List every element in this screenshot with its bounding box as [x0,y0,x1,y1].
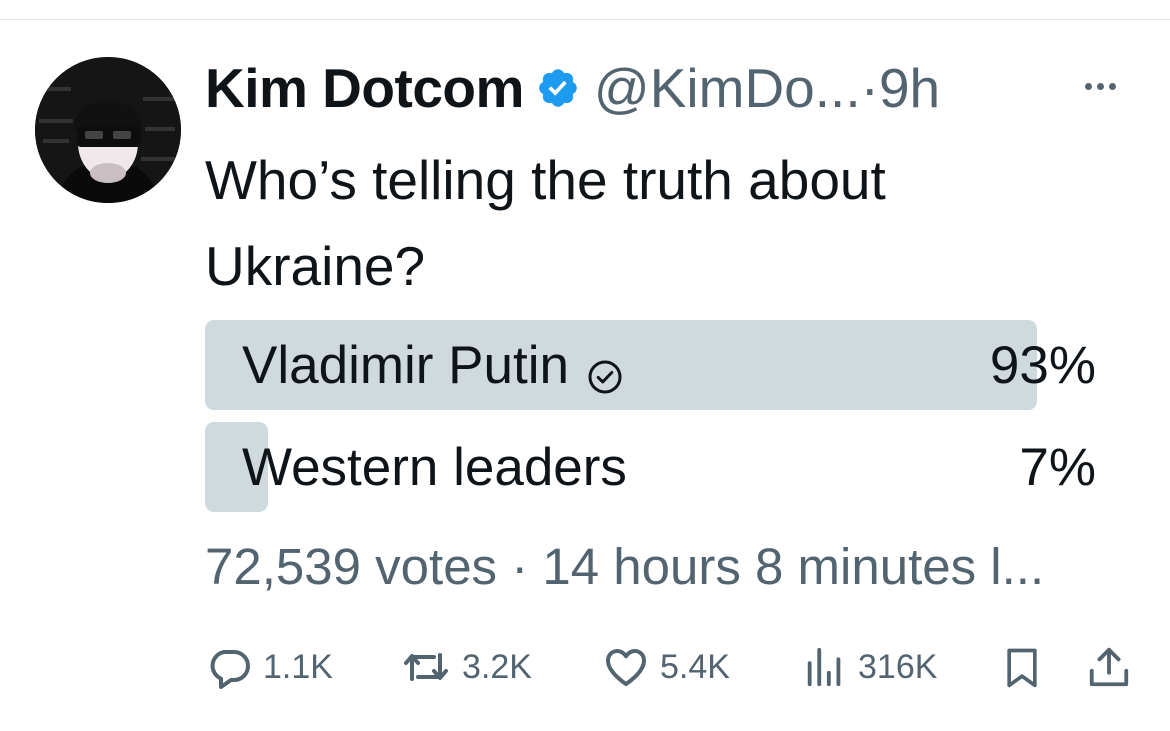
tweet-text-line-1: Who’s telling the truth about [205,149,886,211]
author-handle[interactable]: @KimDo... [594,56,861,120]
post-time[interactable]: 9h [879,56,940,120]
poll-option-percent: 7% [1019,437,1096,497]
repost-icon [400,643,452,691]
avatar[interactable] [35,57,181,203]
views-button[interactable]: 316K [802,642,937,692]
separator-dot: · [860,57,879,119]
more-icon[interactable] [1085,76,1129,96]
reply-button[interactable]: 1.1K [205,642,333,692]
like-button[interactable]: 5.4K [602,642,730,692]
bookmark-icon [1000,643,1044,691]
bookmark-button[interactable] [1000,642,1044,692]
poll-option-western-leaders: Western leaders 7% [205,422,1100,512]
tweet-text: Who’s telling the truth about Ukraine? [205,137,1105,309]
poll-option-label: Western leaders [242,437,627,497]
reply-icon [205,643,253,691]
like-count: 5.4K [660,647,730,686]
top-divider [0,19,1170,20]
reply-count: 1.1K [263,647,333,686]
tweet-header: Kim Dotcom @KimDo... · 9h [205,52,940,124]
check-circle-icon [587,347,623,394]
poll-option-vladimir-putin: Vladimir Putin 93% [205,320,1100,410]
repost-count: 3.2K [462,647,532,686]
author-name[interactable]: Kim Dotcom [205,56,524,120]
views-icon [802,643,848,691]
repost-button[interactable]: 3.2K [400,642,532,692]
like-icon [602,643,650,691]
tweet-text-line-2: Ukraine? [205,235,426,297]
poll-option-percent: 93% [989,335,1096,395]
poll-meta: 72,539 votes · 14 hours 8 minutes l... [205,538,1045,595]
poll-option-label: Vladimir Putin [242,335,569,395]
views-count: 316K [858,647,938,686]
share-icon [1086,643,1132,691]
share-button[interactable] [1086,642,1132,692]
verified-badge-icon [536,66,580,110]
